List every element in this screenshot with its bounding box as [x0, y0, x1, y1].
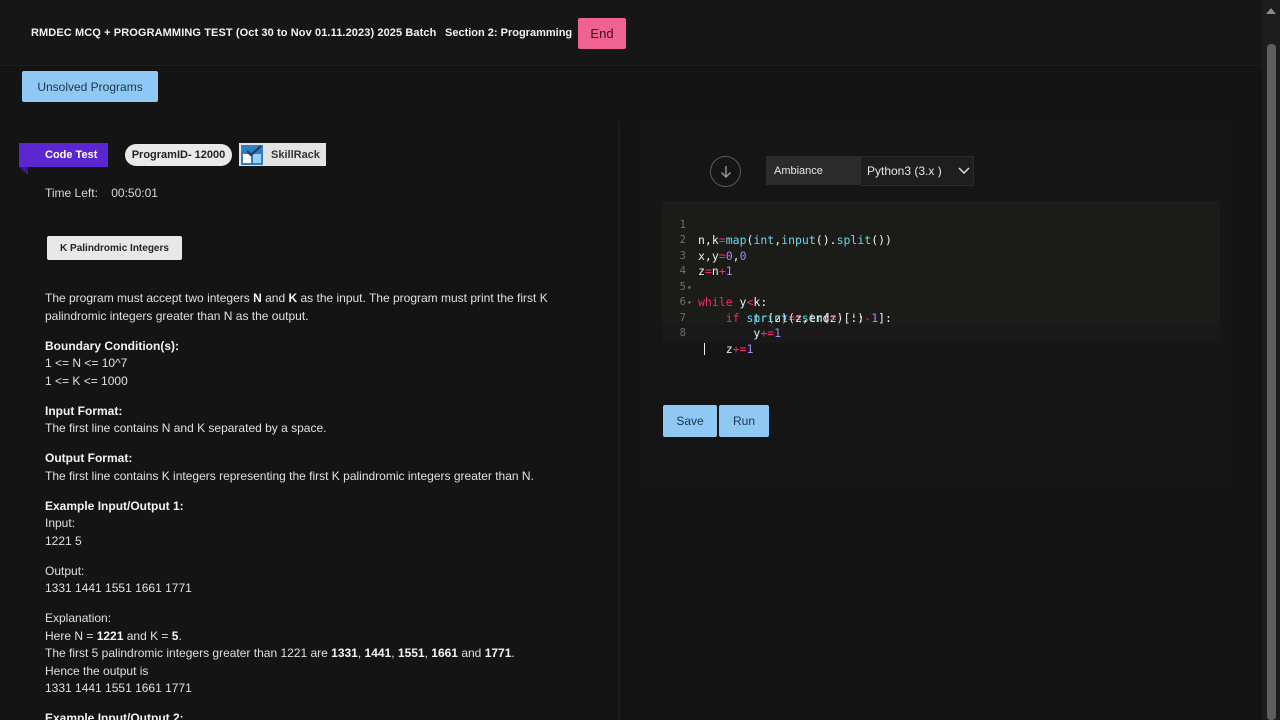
- unsolved-programs-button[interactable]: Unsolved Programs: [22, 71, 158, 102]
- code-line[interactable]: 7 y+=1: [662, 295, 781, 341]
- hence-value: 1331 1441 1551 1661 1771: [45, 681, 192, 695]
- skillrack-badge: SkillRack: [239, 143, 326, 166]
- boundary-heading: Boundary Condition(s):: [45, 338, 179, 353]
- code-line[interactable]: 3 z=n+1: [662, 233, 733, 279]
- download-button[interactable]: [710, 156, 741, 187]
- explanation-line: The first 5 palindromic integers greater…: [45, 646, 515, 660]
- chevron-down-icon: [958, 167, 970, 175]
- boundary-line: 1 <= K <= 1000: [45, 373, 128, 388]
- test-title: RMDEC MCQ + PROGRAMMING TEST (Oct 30 to …: [31, 27, 437, 39]
- code-text: z+=1: [698, 341, 754, 356]
- code-text: y+=1: [698, 326, 782, 340]
- ribbon-tail: [19, 167, 28, 175]
- output-format-heading: Output Format:: [45, 451, 133, 465]
- language-value: Python3 (3.x ): [867, 164, 942, 178]
- code-editor[interactable]: 1 n,k=map(int,input().split()) 2 x,y=0,0…: [662, 201, 1220, 356]
- code-text: x,y=0,0: [698, 248, 747, 263]
- theme-select[interactable]: Ambiance: [766, 156, 860, 185]
- code-test-ribbon: Code Test: [19, 143, 108, 167]
- arrow-down-icon: [720, 165, 731, 178]
- skillrack-logo-icon: [241, 144, 263, 165]
- example-output-value: 1331 1441 1551 1661 1771: [45, 581, 192, 595]
- problem-statement: The program must accept two integers N a…: [45, 291, 548, 323]
- code-text: print(z,end=' '): [753, 310, 865, 325]
- program-id-badge: ProgramID- 12000: [125, 144, 232, 166]
- language-select[interactable]: Python3 (3.x ): [860, 156, 974, 186]
- code-line[interactable]: 2 x,y=0,0: [662, 218, 747, 263]
- hence-text: Hence the output is: [45, 663, 149, 678]
- run-button[interactable]: Run: [719, 405, 769, 437]
- example-input-label: Input:: [45, 516, 76, 530]
- skillrack-label: SkillRack: [271, 148, 320, 161]
- code-text: n,k=map(int,input().split()): [698, 233, 892, 247]
- time-left-value: 00:50:01: [111, 186, 158, 200]
- input-format-heading: Input Format:: [45, 403, 123, 418]
- scroll-up-arrow-icon[interactable]: [1266, 8, 1276, 14]
- code-text: while y<k:: [698, 295, 768, 309]
- end-button[interactable]: End: [578, 18, 626, 49]
- code-line[interactable]: 5 ▾ if str(z)==str(z)[::-1]:: [662, 264, 892, 325]
- code-line[interactable]: 4 ▾ while y<k:: [662, 249, 768, 309]
- code-area[interactable]: 1 n,k=map(int,input().split()) 2 x,y=0,0…: [662, 201, 1220, 356]
- time-left-label: Time Left:: [45, 186, 98, 200]
- problem-description: The program must accept two integers N a…: [45, 290, 605, 720]
- time-left: Time Left: 00:50:01: [45, 186, 158, 200]
- save-button[interactable]: Save: [663, 405, 717, 437]
- code-line[interactable]: 1 n,k=map(int,input().split()): [662, 202, 892, 248]
- example2-heading: Example Input/Output 2:: [45, 711, 184, 720]
- top-bar: RMDEC MCQ + PROGRAMMING TEST (Oct 30 to …: [0, 0, 1262, 66]
- output-format-text: The first line contains K integers repre…: [45, 468, 534, 483]
- code-line[interactable]: 8 z+=1: [662, 311, 754, 356]
- explanation-label: Explanation:: [45, 611, 112, 625]
- scrollbar-thumb[interactable]: [1267, 44, 1276, 720]
- example1-heading: Example Input/Output 1:: [45, 498, 184, 513]
- section-title: Section 2: Programming: [445, 27, 573, 39]
- line-number: 8: [679, 327, 686, 339]
- problem-title-tag: K Palindromic Integers: [47, 236, 182, 260]
- example-input-value: 1221 5: [45, 533, 82, 548]
- input-format-text: The first line contains N and K separate…: [45, 421, 327, 435]
- boundary-line: 1 <= N <= 10^7: [45, 356, 128, 370]
- explanation-line: Here N = 1221 and K = 5.: [45, 628, 182, 643]
- code-line[interactable]: 6 print(z,end=' '): [662, 280, 865, 325]
- example-output-label: Output:: [45, 563, 85, 578]
- pane-divider[interactable]: [618, 122, 620, 720]
